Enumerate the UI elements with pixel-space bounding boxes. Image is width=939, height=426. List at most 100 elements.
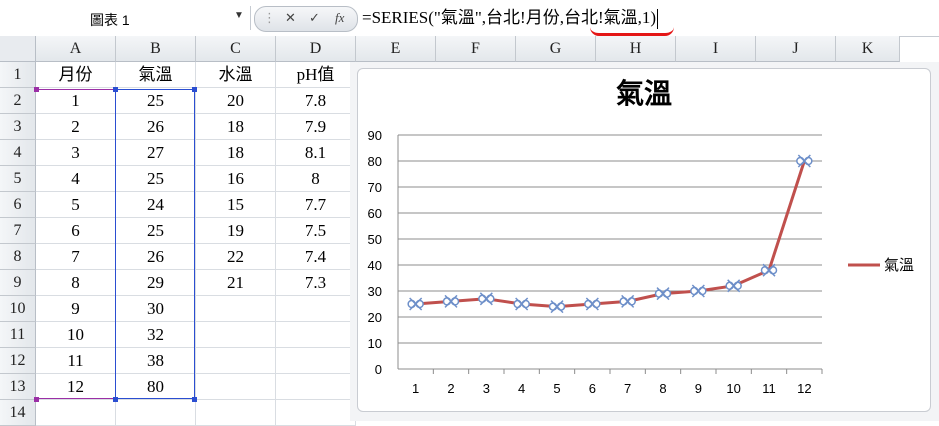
data-cell[interactable]: 4 <box>36 166 116 192</box>
data-cell[interactable] <box>276 348 356 374</box>
data-cell[interactable]: 7.7 <box>276 192 356 218</box>
header-cell[interactable]: 月份 <box>36 62 116 88</box>
data-cell[interactable]: 7.3 <box>276 270 356 296</box>
column-header-i[interactable]: I <box>676 36 756 62</box>
formula-bar: 圖表 1 ▼ ⋮ ✕ ✓ fx =SERIES("氣溫",台北!月份,台北!氣溫… <box>0 0 939 37</box>
row-header-10[interactable]: 10 <box>0 296 36 322</box>
data-cell[interactable]: 22 <box>196 244 276 270</box>
data-cell[interactable]: 21 <box>196 270 276 296</box>
range-handle[interactable] <box>192 397 197 402</box>
data-cell[interactable]: 7 <box>36 244 116 270</box>
data-cell[interactable]: 25 <box>116 166 196 192</box>
empty-cell[interactable] <box>276 400 356 426</box>
header-cell[interactable]: 氣溫 <box>116 62 196 88</box>
data-cell[interactable]: 8.1 <box>276 140 356 166</box>
chart-title[interactable]: 氣溫 <box>357 72 931 112</box>
row-header-5[interactable]: 5 <box>0 166 36 192</box>
data-cell[interactable]: 15 <box>196 192 276 218</box>
data-cell[interactable] <box>196 296 276 322</box>
data-cell[interactable]: 9 <box>36 296 116 322</box>
data-cell[interactable]: 16 <box>196 166 276 192</box>
row-header-2[interactable]: 2 <box>0 88 36 114</box>
data-cell[interactable]: 7.5 <box>276 218 356 244</box>
row-header-12[interactable]: 12 <box>0 348 36 374</box>
data-cell[interactable]: 5 <box>36 192 116 218</box>
collapse-icon: ⋮ <box>263 10 276 25</box>
select-all-corner[interactable] <box>0 36 36 62</box>
row-header-13[interactable]: 13 <box>0 374 36 400</box>
column-header-b[interactable]: B <box>116 36 196 62</box>
data-cell[interactable]: 2 <box>36 114 116 140</box>
data-cell[interactable]: 29 <box>116 270 196 296</box>
data-cell[interactable]: 24 <box>116 192 196 218</box>
data-cell[interactable]: 19 <box>196 218 276 244</box>
data-cell[interactable]: 26 <box>116 244 196 270</box>
data-cell[interactable]: 25 <box>116 218 196 244</box>
data-cell[interactable] <box>276 322 356 348</box>
data-cell[interactable]: 7.4 <box>276 244 356 270</box>
data-cell[interactable]: 18 <box>196 114 276 140</box>
data-cell[interactable]: 8 <box>36 270 116 296</box>
data-cell[interactable]: 38 <box>116 348 196 374</box>
header-cell[interactable]: pH值 <box>276 62 356 88</box>
row-header-8[interactable]: 8 <box>0 244 36 270</box>
data-cell[interactable]: 18 <box>196 140 276 166</box>
chevron-down-icon[interactable]: ▼ <box>234 10 244 21</box>
column-header-j[interactable]: J <box>756 36 836 62</box>
row-header-11[interactable]: 11 <box>0 322 36 348</box>
row-header-3[interactable]: 3 <box>0 114 36 140</box>
header-cell[interactable]: 水溫 <box>196 62 276 88</box>
range-handle[interactable] <box>192 87 197 92</box>
row-header-4[interactable]: 4 <box>0 140 36 166</box>
row-header-6[interactable]: 6 <box>0 192 36 218</box>
row-header-1[interactable]: 1 <box>0 62 36 88</box>
data-cell[interactable]: 11 <box>36 348 116 374</box>
data-cell[interactable] <box>196 348 276 374</box>
row-header-14[interactable]: 14 <box>0 400 36 426</box>
column-header-f[interactable]: F <box>436 36 516 62</box>
empty-cell[interactable] <box>196 400 276 426</box>
insert-function-icon[interactable]: fx <box>335 10 344 26</box>
data-cell[interactable]: 20 <box>196 88 276 114</box>
column-header-g[interactable]: G <box>516 36 596 62</box>
column-header-a[interactable]: A <box>36 36 116 62</box>
data-cell[interactable]: 30 <box>116 296 196 322</box>
row-header-9[interactable]: 9 <box>0 270 36 296</box>
row-header-7[interactable]: 7 <box>0 218 36 244</box>
data-cell[interactable]: 25 <box>116 88 196 114</box>
data-cell[interactable]: 10 <box>36 322 116 348</box>
name-box-value: 圖表 1 <box>90 12 130 28</box>
data-cell[interactable] <box>196 322 276 348</box>
range-handle[interactable] <box>34 397 39 402</box>
formula-buttons: ⋮ ✕ ✓ fx <box>254 6 358 32</box>
data-cell[interactable] <box>276 296 356 322</box>
data-cell[interactable] <box>196 374 276 400</box>
range-handle[interactable] <box>34 87 39 92</box>
chart-area[interactable] <box>357 68 931 412</box>
data-cell[interactable]: 7.8 <box>276 88 356 114</box>
data-cell[interactable]: 3 <box>36 140 116 166</box>
column-header-c[interactable]: C <box>196 36 276 62</box>
data-cell[interactable] <box>276 374 356 400</box>
data-cell[interactable]: 80 <box>116 374 196 400</box>
enter-icon[interactable]: ✓ <box>309 10 320 26</box>
cancel-icon[interactable]: ✕ <box>285 10 296 26</box>
data-cell[interactable]: 1 <box>36 88 116 114</box>
formula-text: =SERIES("氣溫",台北!月份,台北!氣溫,1) <box>362 8 657 27</box>
column-header-e[interactable]: E <box>356 36 436 62</box>
data-cell[interactable]: 7.9 <box>276 114 356 140</box>
range-handle[interactable] <box>113 397 118 402</box>
data-cell[interactable]: 27 <box>116 140 196 166</box>
empty-cell[interactable] <box>116 400 196 426</box>
data-cell[interactable]: 8 <box>276 166 356 192</box>
column-header-k[interactable]: K <box>836 36 900 62</box>
data-cell[interactable]: 32 <box>116 322 196 348</box>
name-box[interactable]: 圖表 1 ▼ <box>0 6 251 30</box>
data-cell[interactable]: 6 <box>36 218 116 244</box>
empty-cell[interactable] <box>36 400 116 426</box>
data-cell[interactable]: 26 <box>116 114 196 140</box>
column-header-d[interactable]: D <box>276 36 356 62</box>
range-handle[interactable] <box>113 87 118 92</box>
data-cell[interactable]: 12 <box>36 374 116 400</box>
column-header-h[interactable]: H <box>596 36 676 62</box>
